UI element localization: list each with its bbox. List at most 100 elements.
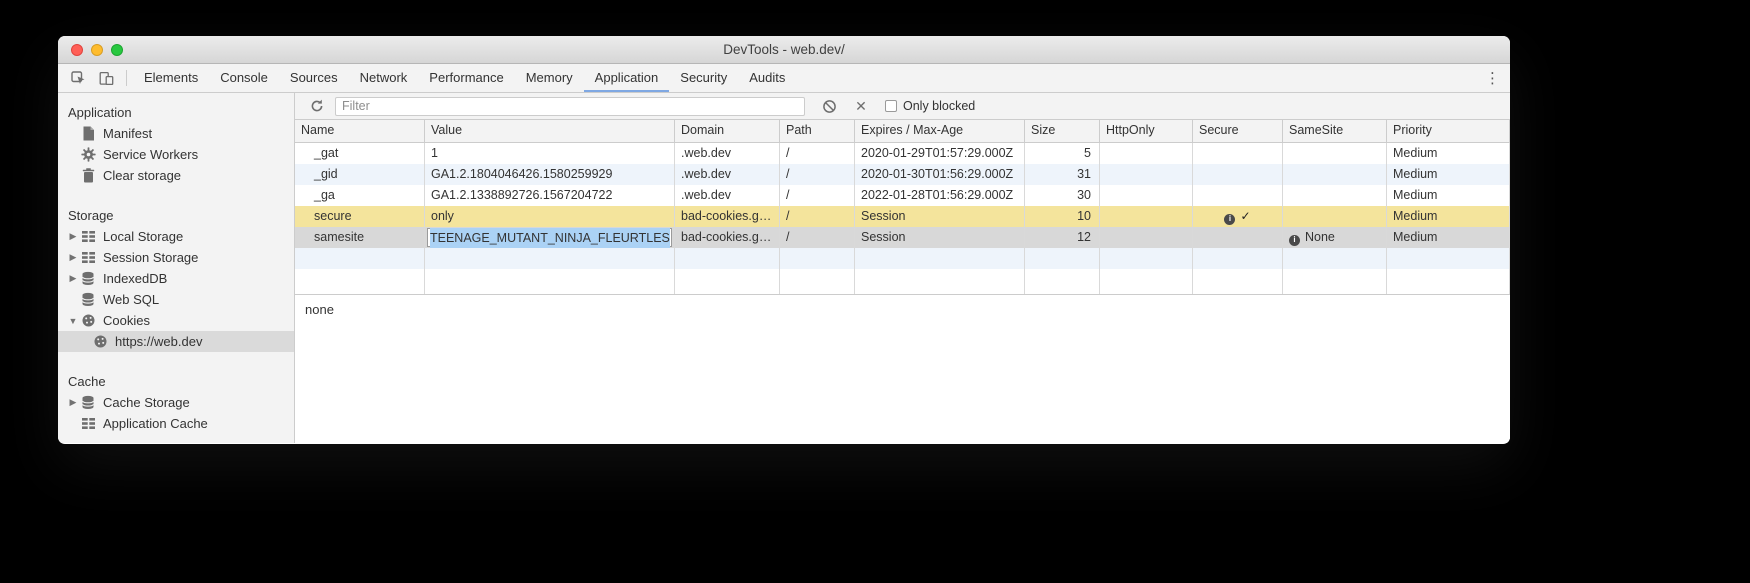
sidebar-item-clear-storage[interactable]: Clear storage <box>58 165 294 186</box>
cookie-row-secure[interactable]: secureonlybad-cookies.g…/Session10 ✓ Mediu… <box>295 206 1510 227</box>
cell-http-only[interactable] <box>1100 185 1193 206</box>
inspect-element-icon[interactable] <box>70 70 86 86</box>
tab-memory[interactable]: Memory <box>515 64 584 92</box>
sidebar-item-web-sql[interactable]: Web SQL <box>58 289 294 310</box>
cell-value[interactable]: TEENAGE_MUTANT_NINJA_FLEURTLES <box>425 227 675 248</box>
cell-size[interactable]: 31 <box>1025 164 1100 185</box>
tab-elements[interactable]: Elements <box>133 64 209 92</box>
cell-expires[interactable]: Session <box>855 206 1025 227</box>
column-header-name[interactable]: Name <box>295 120 425 142</box>
cell-value[interactable]: GA1.2.1804046426.1580259929 <box>425 164 675 185</box>
cell-path[interactable]: / <box>780 143 855 164</box>
empty-row[interactable] <box>295 269 1510 295</box>
cookie-row-_gat[interactable]: _gat 1 .web.dev/2020-01-29T01:57:29.000Z 5 M… <box>295 143 1510 164</box>
cell-path[interactable]: / <box>780 185 855 206</box>
cell-name[interactable]: _gat <box>295 143 425 164</box>
tab-security[interactable]: Security <box>669 64 738 92</box>
column-header-size[interactable]: Size <box>1025 120 1100 142</box>
column-header-expires-max-age[interactable]: Expires / Max-Age <box>855 120 1025 142</box>
cell-domain[interactable]: bad-cookies.g… <box>675 206 780 227</box>
tab-sources[interactable]: Sources <box>279 64 349 92</box>
chevron-right-icon[interactable]: ▶ <box>66 397 80 408</box>
clear-icon[interactable]: ✕ <box>853 98 869 114</box>
cell-secure[interactable] <box>1193 164 1283 185</box>
cookie-row-_ga[interactable]: _ga GA1.2.1338892726.1567204722 .web.dev/2… <box>295 185 1510 206</box>
only-blocked-checkbox[interactable] <box>885 100 897 112</box>
cell-http-only[interactable] <box>1100 143 1193 164</box>
sidebar-item-cookies[interactable]: ▼ Cookies <box>58 310 294 331</box>
block-filter-icon[interactable] <box>821 98 837 114</box>
column-header-secure[interactable]: Secure <box>1193 120 1283 142</box>
tab-application[interactable]: Application <box>583 64 670 92</box>
cell-secure[interactable]: ✓ <box>1193 206 1283 227</box>
more-options-icon[interactable]: ⋮ <box>1485 69 1500 87</box>
cell-same-site[interactable]: None <box>1283 227 1387 248</box>
cell-same-site[interactable] <box>1283 164 1387 185</box>
cell-size[interactable]: 5 <box>1025 143 1100 164</box>
cell-value[interactable]: 1 <box>425 143 675 164</box>
cell-secure[interactable] <box>1193 143 1283 164</box>
cell-priority[interactable]: Medium <box>1387 206 1510 227</box>
cell-priority[interactable]: Medium <box>1387 227 1510 248</box>
sidebar-item-session-storage[interactable]: ▶ Session Storage <box>58 247 294 268</box>
cell-path[interactable]: / <box>780 164 855 185</box>
chevron-right-icon[interactable]: ▶ <box>66 273 80 284</box>
cell-same-site[interactable] <box>1283 143 1387 164</box>
chevron-right-icon[interactable]: ▶ <box>66 231 80 242</box>
cell-size[interactable]: 30 <box>1025 185 1100 206</box>
chevron-right-icon[interactable]: ▶ <box>66 252 80 263</box>
cell-secure[interactable] <box>1193 227 1283 248</box>
cell-secure[interactable] <box>1193 185 1283 206</box>
cell-expires[interactable]: 2020-01-29T01:57:29.000Z <box>855 143 1025 164</box>
cell-path[interactable]: / <box>780 206 855 227</box>
cell-domain[interactable]: .web.dev <box>675 143 780 164</box>
cell-domain[interactable]: bad-cookies.g… <box>675 227 780 248</box>
cell-size[interactable]: 10 <box>1025 206 1100 227</box>
cell-name[interactable]: secure <box>295 206 425 227</box>
tab-console[interactable]: Console <box>209 64 279 92</box>
empty-row[interactable] <box>295 248 1510 269</box>
sidebar-item-local-storage[interactable]: ▶ Local Storage <box>58 226 294 247</box>
cookie-row-_gid[interactable]: _gid GA1.2.1804046426.1580259929 .web.dev /… <box>295 164 1510 185</box>
cell-name[interactable]: _ga <box>295 185 425 206</box>
sidebar-item-https-web-dev[interactable]: https://web.dev <box>58 331 294 352</box>
cell-priority[interactable]: Medium <box>1387 185 1510 206</box>
column-header-domain[interactable]: Domain <box>675 120 780 142</box>
cell-same-site[interactable] <box>1283 206 1387 227</box>
tab-performance[interactable]: Performance <box>418 64 514 92</box>
cell-http-only[interactable] <box>1100 227 1193 248</box>
cell-expires[interactable]: 2022-01-28T01:56:29.000Z <box>855 185 1025 206</box>
sidebar-item-indexeddb[interactable]: ▶ IndexedDB <box>58 268 294 289</box>
cell-expires[interactable]: 2020-01-30T01:56:29.000Z <box>855 164 1025 185</box>
cell-domain[interactable]: .web.dev <box>675 164 780 185</box>
cookie-row-samesite[interactable]: samesite TEENAGE_MUTANT_NINJA_FLEURTLES ba… <box>295 227 1510 248</box>
tab-network[interactable]: Network <box>349 64 419 92</box>
tab-audits[interactable]: Audits <box>738 64 796 92</box>
cell-domain[interactable]: .web.dev <box>675 185 780 206</box>
cell-priority[interactable]: Medium <box>1387 143 1510 164</box>
cell-priority[interactable]: Medium <box>1387 164 1510 185</box>
cell-size[interactable]: 12 <box>1025 227 1100 248</box>
cell-path[interactable]: / <box>780 227 855 248</box>
cell-http-only[interactable] <box>1100 164 1193 185</box>
sidebar-item-cache-storage[interactable]: ▶ Cache Storage <box>58 392 294 413</box>
sidebar-item-manifest[interactable]: Manifest <box>58 123 294 144</box>
cell-name[interactable]: _gid <box>295 164 425 185</box>
column-header-value[interactable]: Value <box>425 120 675 142</box>
cell-expires[interactable]: Session <box>855 227 1025 248</box>
sidebar-item-service-workers[interactable]: Service Workers <box>58 144 294 165</box>
filter-input[interactable] <box>335 96 805 116</box>
column-header-path[interactable]: Path <box>780 120 855 142</box>
device-toolbar-icon[interactable] <box>98 70 114 86</box>
cell-http-only[interactable] <box>1100 206 1193 227</box>
cell-name[interactable]: samesite <box>295 227 425 248</box>
cell-value[interactable]: GA1.2.1338892726.1567204722 <box>425 185 675 206</box>
sidebar-item-application-cache[interactable]: Application Cache <box>58 413 294 434</box>
value-edit-input[interactable]: TEENAGE_MUTANT_NINJA_FLEURTLES <box>427 227 672 248</box>
refresh-icon[interactable] <box>309 98 325 114</box>
cell-same-site[interactable] <box>1283 185 1387 206</box>
column-header-samesite[interactable]: SameSite <box>1283 120 1387 142</box>
cell-value[interactable]: only <box>425 206 675 227</box>
chevron-down-icon[interactable]: ▼ <box>66 316 80 326</box>
column-header-priority[interactable]: Priority <box>1387 120 1510 142</box>
